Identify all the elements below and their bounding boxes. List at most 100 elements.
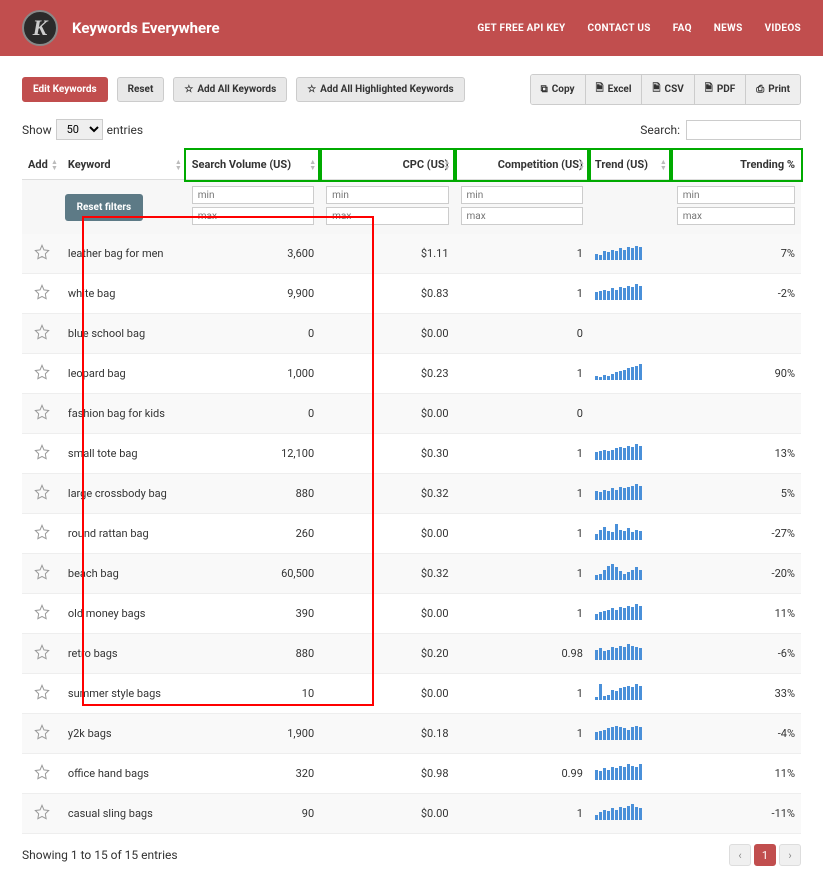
trending-min-input[interactable] [677,186,795,204]
trending-max-input[interactable] [677,207,795,225]
cpc-min-input[interactable] [326,186,448,204]
cell-cpc: $0.20 [320,634,454,674]
top-nav: GET FREE API KEY CONTACT US FAQ NEWS VIDEOS [477,23,801,34]
cell-trending [671,314,801,354]
star-icon[interactable] [34,804,50,820]
table-row: leather bag for men3,600$1.1117% [22,234,801,274]
cell-keyword: office hand bags [62,754,186,794]
cell-trend [589,714,671,754]
star-icon[interactable] [34,564,50,580]
sparkline-icon [595,724,642,740]
table-row: white bag9,900$0.831-2% [22,274,801,314]
excel-button[interactable]: 🗎Excel [586,75,643,104]
page-prev[interactable]: ‹ [729,844,751,866]
cell-volume: 90 [186,794,320,834]
col-competition[interactable]: Competition (US)▲▼ [455,150,589,180]
comp-max-input[interactable] [461,207,583,225]
cell-volume: 880 [186,474,320,514]
cell-trending: 13% [671,434,801,474]
page-next[interactable]: › [779,844,801,866]
star-icon[interactable] [34,244,50,260]
star-icon[interactable] [34,364,50,380]
cell-trending: -11% [671,794,801,834]
cell-trend [589,354,671,394]
col-add[interactable]: Add▲▼ [22,150,62,180]
print-button[interactable]: ⎙Print [746,75,800,104]
nav-link[interactable]: CONTACT US [588,23,651,34]
col-trending[interactable]: Trending % [671,150,801,180]
cell-competition: 0 [455,394,589,434]
cell-volume: 880 [186,634,320,674]
cell-trending: 33% [671,674,801,714]
table-row: y2k bags1,900$0.181-4% [22,714,801,754]
col-cpc[interactable]: CPC (US)▲▼ [320,150,454,180]
search-input[interactable] [686,120,801,140]
star-icon[interactable] [34,724,50,740]
entries-select[interactable]: 50 [56,119,103,140]
volume-max-input[interactable] [192,207,314,225]
star-icon[interactable] [34,324,50,340]
sparkline-icon [595,244,642,260]
copy-button[interactable]: ⧉Copy [531,75,586,104]
cell-trend [589,274,671,314]
page-1[interactable]: 1 [754,844,776,866]
nav-link[interactable]: VIDEOS [765,23,801,34]
star-icon[interactable] [34,604,50,620]
nav-link[interactable]: FAQ [673,23,692,34]
cell-competition: 1 [455,554,589,594]
cell-cpc: $0.98 [320,754,454,794]
table-controls: Show 50 entries Search: [22,119,801,140]
table-info: Showing 1 to 15 of 15 entries [22,848,178,862]
table-row: retro bags880$0.200.98-6% [22,634,801,674]
star-icon[interactable] [34,524,50,540]
col-volume[interactable]: Search Volume (US)▲▼ [186,150,320,180]
cell-trending: -2% [671,274,801,314]
sparkline-icon [595,524,642,540]
cell-volume: 9,900 [186,274,320,314]
star-icon[interactable] [34,764,50,780]
reset-button[interactable]: Reset [117,77,165,102]
nav-link[interactable]: GET FREE API KEY [477,23,565,34]
edit-keywords-button[interactable]: Edit Keywords [22,77,108,102]
brand-title: Keywords Everywhere [72,19,220,37]
table-row: fashion bag for kids0$0.000 [22,394,801,434]
reset-filters-button[interactable]: Reset filters [65,194,144,221]
cell-competition: 1 [455,354,589,394]
cell-keyword: blue school bag [62,314,186,354]
pdf-button[interactable]: 🗎PDF [695,75,746,104]
star-icon[interactable] [34,684,50,700]
print-icon: ⎙ [756,84,764,95]
file-icon: 🗎 [705,81,713,98]
star-icon[interactable] [34,644,50,660]
star-icon[interactable] [34,444,50,460]
volume-min-input[interactable] [192,186,314,204]
cell-keyword: y2k bags [62,714,186,754]
cell-trending: 90% [671,354,801,394]
copy-icon: ⧉ [541,84,548,95]
star-icon[interactable] [34,404,50,420]
cell-volume: 12,100 [186,434,320,474]
star-icon[interactable] [34,284,50,300]
nav-link[interactable]: NEWS [714,23,743,34]
csv-button[interactable]: 🗎CSV [642,75,694,104]
col-keyword[interactable]: Keyword▲▼ [62,150,186,180]
star-icon[interactable] [34,484,50,500]
cell-keyword: leather bag for men [62,234,186,274]
sparkline-icon [595,604,642,620]
file-icon: 🗎 [652,81,660,98]
add-all-highlighted-button[interactable]: ☆Add All Highlighted Keywords [296,77,464,102]
cell-volume: 0 [186,314,320,354]
cell-trend [589,314,671,354]
cell-trend [589,434,671,474]
cell-keyword: summer style bags [62,674,186,714]
cell-cpc: $0.00 [320,394,454,434]
cell-competition: 1 [455,474,589,514]
add-all-keywords-button[interactable]: ☆Add All Keywords [173,77,287,102]
cell-volume: 390 [186,594,320,634]
cell-competition: 1 [455,794,589,834]
comp-min-input[interactable] [461,186,583,204]
table-row: office hand bags320$0.980.9911% [22,754,801,794]
col-trend[interactable]: Trend (US)▲▼ [589,150,671,180]
cpc-max-input[interactable] [326,207,448,225]
cell-cpc: $0.18 [320,714,454,754]
